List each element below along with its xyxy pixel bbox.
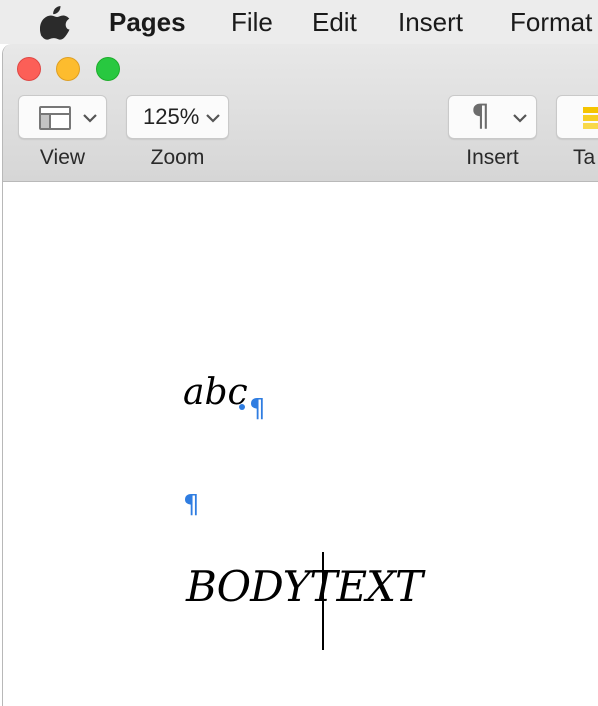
menu-format[interactable]: Format [510,5,592,39]
view-button[interactable] [18,95,107,139]
space-marker [239,404,245,410]
zoom-value: 125% [143,104,200,129]
paragraph-mark: ¶ [183,490,200,520]
menu-file[interactable]: File [231,5,273,39]
view-layout-icon [39,106,71,130]
view-label: View [39,146,86,169]
zoom-window-button[interactable] [96,57,120,81]
paragraph-mark: ¶ [249,394,266,424]
chevron-down-icon [513,114,527,123]
menu-bar: Pages File Edit Insert Format [0,0,598,44]
minimize-window-button[interactable] [56,57,80,81]
chevron-down-icon [206,114,220,123]
pilcrow-icon: ¶ [471,99,491,134]
apple-logo-icon[interactable] [40,4,70,40]
toolbar: View 125% Zoom ¶ Insert Ta [3,44,598,182]
document-text-line-2[interactable]: BODYTEXT [186,562,423,611]
zoom-popup[interactable]: 125% [126,95,229,139]
insert-label: Insert [466,146,519,169]
menu-insert[interactable]: Insert [398,5,463,39]
insert-button[interactable]: ¶ [448,95,537,139]
document-canvas[interactable]: abc ¶ ¶ BODYTEXT [3,182,598,706]
text-cursor [322,552,324,650]
chevron-down-icon [83,114,97,123]
table-icon [583,107,598,129]
table-button[interactable] [556,95,598,139]
zoom-label: Zoom [150,146,205,169]
table-label: Ta [573,146,596,169]
document-text-line-1[interactable]: abc [183,372,248,413]
menu-edit[interactable]: Edit [312,5,357,39]
pages-window: View 125% Zoom ¶ Insert Ta abc ¶ ¶ BODYT… [2,44,598,706]
menu-app-pages[interactable]: Pages [109,5,186,39]
close-window-button[interactable] [17,57,41,81]
